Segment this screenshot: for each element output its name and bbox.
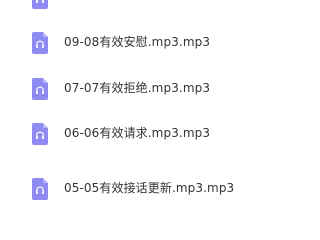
file-name: 09-08有效安慰.mp3.mp3 [64, 35, 211, 49]
file-row[interactable]: 07-07有效拒绝.mp3.mp3 [0, 77, 300, 105]
file-row[interactable]: 09-08有效安慰.mp3.mp3 [0, 31, 300, 59]
audio-file-icon [32, 78, 48, 100]
file-list: 09-08有效安慰.mp3.mp3 07-07有效拒绝.mp3.mp3 06-0 [0, 0, 300, 200]
audio-file-icon [32, 32, 48, 54]
audio-file-icon [32, 0, 48, 9]
file-name: 06-06有效请求.mp3.mp3 [64, 126, 211, 140]
file-row[interactable] [0, 0, 300, 14]
file-row[interactable]: 06-06有效请求.mp3.mp3 [0, 122, 300, 150]
audio-file-icon [32, 123, 48, 145]
file-name: 05-05有效接话更新.mp3.mp3 [64, 181, 235, 195]
file-name: 07-07有效拒绝.mp3.mp3 [64, 81, 211, 95]
audio-file-icon [32, 178, 48, 200]
file-row[interactable]: 05-05有效接话更新.mp3.mp3 [0, 177, 300, 205]
